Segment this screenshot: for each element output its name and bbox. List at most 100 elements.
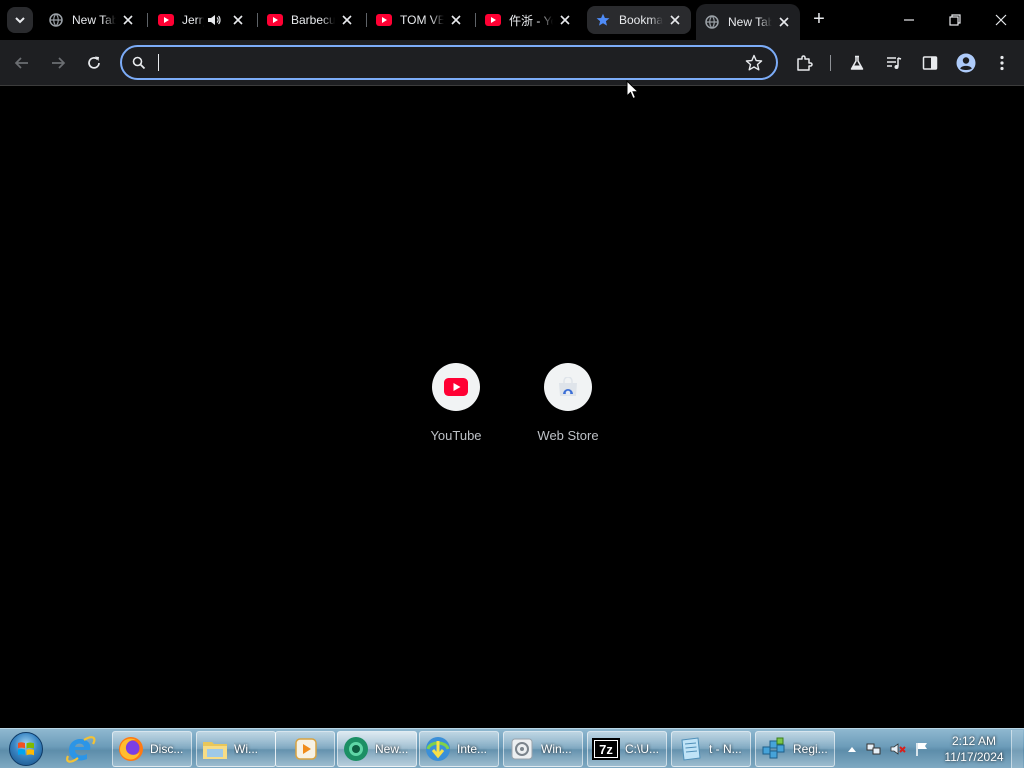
- taskbar-item-media-player[interactable]: [275, 731, 335, 767]
- firefox-icon: [117, 735, 145, 763]
- restore-button[interactable]: [932, 0, 978, 40]
- close-icon[interactable]: [448, 12, 464, 28]
- taskbar-item-firefox[interactable]: Disc...: [112, 731, 192, 767]
- tab-youtube-barbecue[interactable]: Barbecue: [259, 6, 363, 34]
- shortcut-tile: [544, 363, 592, 411]
- forward-button[interactable]: [43, 48, 73, 78]
- tab-youtube-jerry[interactable]: Jerry: [150, 6, 254, 34]
- taskbar-item-label: t - N...: [709, 742, 742, 756]
- youtube-icon: [485, 12, 501, 28]
- reload-button[interactable]: [79, 48, 109, 78]
- search-icon: [131, 55, 147, 71]
- tab-bookmarks[interactable]: Bookmarks: [587, 6, 691, 34]
- tray-expand-icon[interactable]: [844, 741, 860, 757]
- globe-icon: [704, 14, 720, 30]
- shortcut-label: Web Store: [537, 428, 599, 443]
- chrome-like-icon: [342, 735, 370, 763]
- taskbar-item-explorer[interactable]: Wi...: [196, 731, 276, 767]
- web-store-icon: [559, 377, 577, 396]
- tab-new-tab-active[interactable]: New Tab: [696, 4, 800, 40]
- tab-title: 仵浙 - YouTube: [509, 13, 553, 28]
- minimize-icon: [904, 19, 914, 21]
- tab-title: New Tab: [72, 13, 116, 27]
- tab-search-button[interactable]: [7, 7, 33, 33]
- tab-title: Bookmarks: [619, 13, 663, 27]
- taskbar-item-internet-download[interactable]: Inte...: [419, 731, 499, 767]
- close-icon[interactable]: [776, 14, 792, 30]
- system-clock[interactable]: 2:12 AM 11/17/2024: [934, 733, 1014, 765]
- tab-separator: [475, 13, 476, 27]
- shortcut-tile: [432, 363, 480, 411]
- media-player-icon: [292, 735, 320, 763]
- close-icon[interactable]: [339, 12, 355, 28]
- taskbar-item-label: New...: [375, 742, 409, 756]
- address-input[interactable]: [156, 51, 736, 74]
- show-desktop-button[interactable]: [1011, 730, 1023, 768]
- internet-explorer-icon: [66, 736, 96, 763]
- taskbar-item-7zip[interactable]: 7z C:\U...: [587, 731, 667, 767]
- reload-icon: [88, 56, 100, 69]
- svg-text:7z: 7z: [599, 742, 613, 757]
- pinned-internet-explorer[interactable]: [64, 731, 98, 767]
- globe-icon: [48, 12, 64, 28]
- network-icon[interactable]: [866, 741, 882, 757]
- youtube-icon: [158, 12, 174, 28]
- taskbar-item-label: Wi...: [234, 742, 258, 756]
- tab-separator: [366, 13, 367, 27]
- tab-new-tab[interactable]: New Tab: [40, 6, 144, 34]
- arrow-right-icon: [52, 57, 66, 69]
- folder-icon: [201, 735, 229, 763]
- taskbar-item-notepad[interactable]: t - N...: [671, 731, 751, 767]
- windows-logo-icon: [9, 732, 43, 766]
- side-panel-button[interactable]: [915, 48, 945, 78]
- notepad-icon: [676, 735, 704, 763]
- minimize-button[interactable]: [886, 0, 932, 40]
- registry-icon: [760, 735, 788, 763]
- speaker-icon[interactable]: [206, 12, 222, 28]
- tab-youtube-tom[interactable]: TOM VE: [368, 6, 472, 34]
- taskbar-item-new-tab[interactable]: New...: [337, 731, 417, 767]
- kebab-menu-icon: [1000, 55, 1004, 71]
- labs-button[interactable]: [842, 48, 872, 78]
- volume-muted-icon[interactable]: [890, 741, 906, 757]
- back-button[interactable]: [7, 48, 37, 78]
- close-icon[interactable]: [120, 12, 136, 28]
- taskbar-item-label: Disc...: [150, 742, 184, 756]
- toolbar-separator: [830, 55, 831, 71]
- profile-button[interactable]: [951, 48, 981, 78]
- flask-icon: [850, 55, 864, 70]
- close-icon[interactable]: [667, 12, 683, 28]
- close-icon: [995, 14, 1007, 26]
- taskbar-item-win-app[interactable]: Win...: [503, 731, 583, 767]
- 7zip-icon: 7z: [592, 735, 620, 763]
- clock-date: 11/17/2024: [944, 750, 1004, 764]
- tab-title: TOM VE: [400, 13, 444, 27]
- music-queue-icon: [887, 57, 902, 69]
- tab-title: New Tab: [728, 15, 772, 29]
- tab-separator: [147, 13, 148, 27]
- bookmark-star-icon[interactable]: [744, 53, 764, 73]
- omnibox[interactable]: [120, 45, 778, 80]
- menu-button[interactable]: [987, 48, 1017, 78]
- taskbar-item-label: Regi...: [793, 742, 828, 756]
- taskbar-item-registry[interactable]: Regi...: [755, 731, 835, 767]
- close-icon[interactable]: [557, 12, 573, 28]
- extensions-button[interactable]: [789, 48, 819, 78]
- action-center-flag-icon[interactable]: [914, 741, 930, 757]
- close-window-button[interactable]: [978, 0, 1024, 40]
- media-controls-button[interactable]: [879, 48, 909, 78]
- close-icon[interactable]: [230, 12, 246, 28]
- browser-toolbar: [0, 40, 1024, 86]
- puzzle-icon: [797, 55, 813, 71]
- new-tab-button[interactable]: +: [808, 8, 830, 30]
- shortcut-web-store[interactable]: Web Store: [512, 363, 624, 459]
- avatar-icon: [956, 53, 976, 73]
- star-icon: [595, 12, 611, 28]
- shortcut-youtube[interactable]: YouTube: [400, 363, 512, 459]
- taskbar-item-label: Win...: [541, 742, 572, 756]
- disc-app-icon: [508, 735, 536, 763]
- new-tab-page: YouTube Web Store: [0, 87, 1024, 728]
- tab-title: Jerry: [182, 13, 204, 27]
- tab-youtube-cjk[interactable]: 仵浙 - YouTube: [477, 6, 581, 34]
- start-button[interactable]: [6, 730, 46, 768]
